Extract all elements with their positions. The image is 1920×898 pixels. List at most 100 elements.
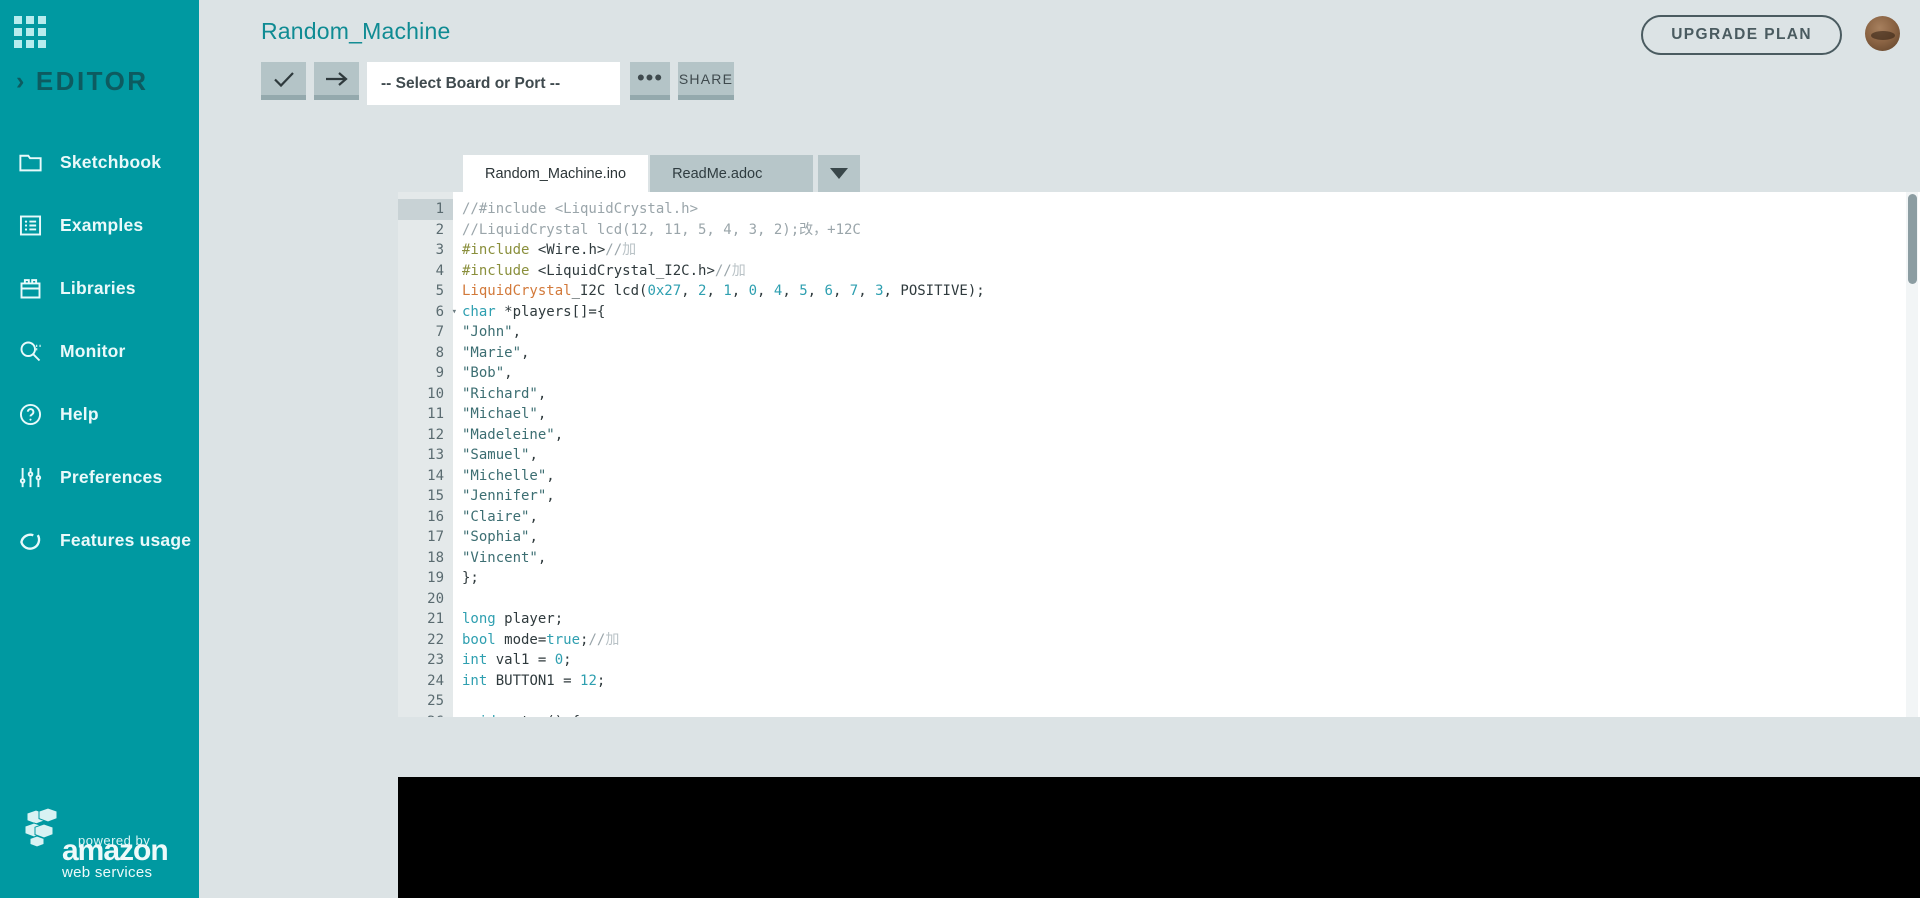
folder-icon <box>19 154 42 172</box>
aws-web-services-text: web services <box>62 864 153 882</box>
code-line: long player; <box>462 609 1920 630</box>
code-token: , <box>832 283 850 299</box>
sidebar-item-preferences[interactable]: Preferences <box>0 459 199 496</box>
code-line: "Samuel", <box>462 445 1920 466</box>
code-line: "Madeleine", <box>462 425 1920 446</box>
code-line: "John", <box>462 322 1920 343</box>
code-line: "Vincent", <box>462 548 1920 569</box>
share-button[interactable]: SHARE <box>678 62 734 100</box>
apps-grid-icon[interactable] <box>14 16 48 50</box>
check-icon <box>273 71 294 87</box>
code-line: "Marie", <box>462 343 1920 364</box>
verify-button[interactable] <box>261 62 306 100</box>
chevron-right-icon: › <box>16 67 27 95</box>
list-icon <box>19 215 42 236</box>
line-number: 15 <box>427 488 444 504</box>
sidebar-item-sketchbook[interactable]: Sketchbook <box>0 144 199 181</box>
more-options-button[interactable]: ••• <box>630 62 670 100</box>
line-number: 19 <box>427 570 444 586</box>
tabs-dropdown-button[interactable] <box>818 155 861 192</box>
line-number: 18 <box>427 549 444 566</box>
code-token: val1 = <box>487 652 555 668</box>
tab-random-machine-ino[interactable]: Random_Machine.ino <box>463 155 649 192</box>
line-number: 21 <box>427 611 444 627</box>
ellipsis-icon: ••• <box>636 65 664 91</box>
grid-dot <box>38 28 46 36</box>
code-content[interactable]: //#include <LiquidCrystal.h>//LiquidCrys… <box>453 192 1920 717</box>
code-token: #include <box>462 262 530 279</box>
grid-dot <box>38 40 46 48</box>
code-line: "Jennifer", <box>462 486 1920 507</box>
code-token: 加 <box>731 262 746 279</box>
upload-button[interactable] <box>314 62 359 100</box>
sidebar-item-monitor[interactable]: Monitor <box>0 333 199 370</box>
code-token: 0 <box>748 283 758 299</box>
code-token: "John" <box>462 324 513 340</box>
code-token: , <box>681 283 699 299</box>
code-line: "Michael", <box>462 404 1920 425</box>
avatar[interactable] <box>1865 16 1900 51</box>
code-token: , <box>521 344 530 361</box>
sidebar-item-label: Sketchbook <box>60 152 162 172</box>
code-token: //LiquidCrystal lcd(12, 11, 5, 4, 3, 2);… <box>462 221 861 238</box>
grid-dot <box>38 16 46 24</box>
code-token: player; <box>495 611 564 627</box>
sidebar-item-label: Examples <box>60 215 144 235</box>
sidebar-nav: Sketchbook Examples Libraries Monitor He… <box>0 144 199 585</box>
code-token: char <box>462 303 496 320</box>
code-editor[interactable]: 1 2 3 4 5 6 ▾ 7 8 9 10 11 12 13 14 15 16 17 18 19 20 21 22 23 24… <box>398 192 1920 717</box>
line-number: 11 <box>427 406 444 422</box>
line-number: 5 <box>435 283 444 299</box>
sidebar-item-label: Monitor <box>60 341 126 361</box>
grid-dot <box>14 40 22 48</box>
line-number: 13 <box>427 447 444 463</box>
line-number: 17 <box>427 529 444 545</box>
line-number: 25 <box>427 693 444 709</box>
sidebar-item-help[interactable]: Help <box>0 396 199 433</box>
upgrade-plan-button[interactable]: UPGRADE PLAN <box>1641 15 1842 55</box>
code-token: , <box>757 283 774 299</box>
console-output-panel[interactable] <box>398 777 1920 898</box>
code-line: //LiquidCrystal lcd(12, 11, 5, 4, 3, 2);… <box>462 220 1920 241</box>
code-token: 7 <box>849 283 859 299</box>
code-token: , <box>554 426 564 443</box>
code-line: "Michelle", <box>462 466 1920 487</box>
line-number: 1 <box>398 199 453 220</box>
aws-powered-by-logo: powered by amazon web services <box>22 806 170 881</box>
line-number: 4 <box>435 262 444 279</box>
line-number: 16 <box>427 508 444 525</box>
board-port-select[interactable] <box>367 62 620 105</box>
tab-readme-adoc[interactable]: ReadMe.adoc <box>650 155 814 192</box>
line-number: 2 <box>435 221 444 238</box>
line-number: 24 <box>427 672 444 689</box>
editor-scrollbar[interactable] <box>1906 192 1918 717</box>
grid-dot <box>26 16 34 24</box>
code-token: "Marie" <box>462 344 522 361</box>
arduino-web-editor: › EDITOR Sketchbook Examples Libraries M… <box>0 0 1920 898</box>
sidebar-item-label: Preferences <box>60 467 163 487</box>
circle-progress-icon <box>20 533 41 550</box>
code-token: 12 <box>580 672 597 689</box>
code-line: #include <Wire.h>//加 <box>462 240 1920 261</box>
code-line: bool mode=true;//加 <box>462 630 1920 651</box>
code-token: int <box>462 672 488 689</box>
code-token: //#include <LiquidCrystal.h> <box>462 201 699 217</box>
code-line: int BUTTON1 = 12; <box>462 671 1920 692</box>
line-number: 10 <box>427 385 444 402</box>
line-number: 12 <box>427 426 444 443</box>
fold-toggle-icon[interactable]: ▾ <box>452 302 457 323</box>
code-token: 6 <box>824 283 833 299</box>
code-line: "Richard", <box>462 384 1920 405</box>
code-line: "Claire", <box>462 507 1920 528</box>
scrollbar-thumb[interactable] <box>1908 194 1917 284</box>
action-toolbar: ••• SHARE <box>261 62 742 105</box>
code-token: ; <box>563 652 572 668</box>
code-token: // <box>588 631 606 648</box>
arrow-right-icon <box>325 71 348 86</box>
aws-amazon-text: amazon <box>62 834 169 867</box>
sidebar-item-features-usage[interactable]: Features usage <box>0 522 199 559</box>
code-token: LiquidCrystal <box>462 283 572 299</box>
sidebar-item-libraries[interactable]: Libraries <box>0 270 199 307</box>
sidebar-item-examples[interactable]: Examples <box>0 207 199 244</box>
code-token: , <box>706 283 724 299</box>
